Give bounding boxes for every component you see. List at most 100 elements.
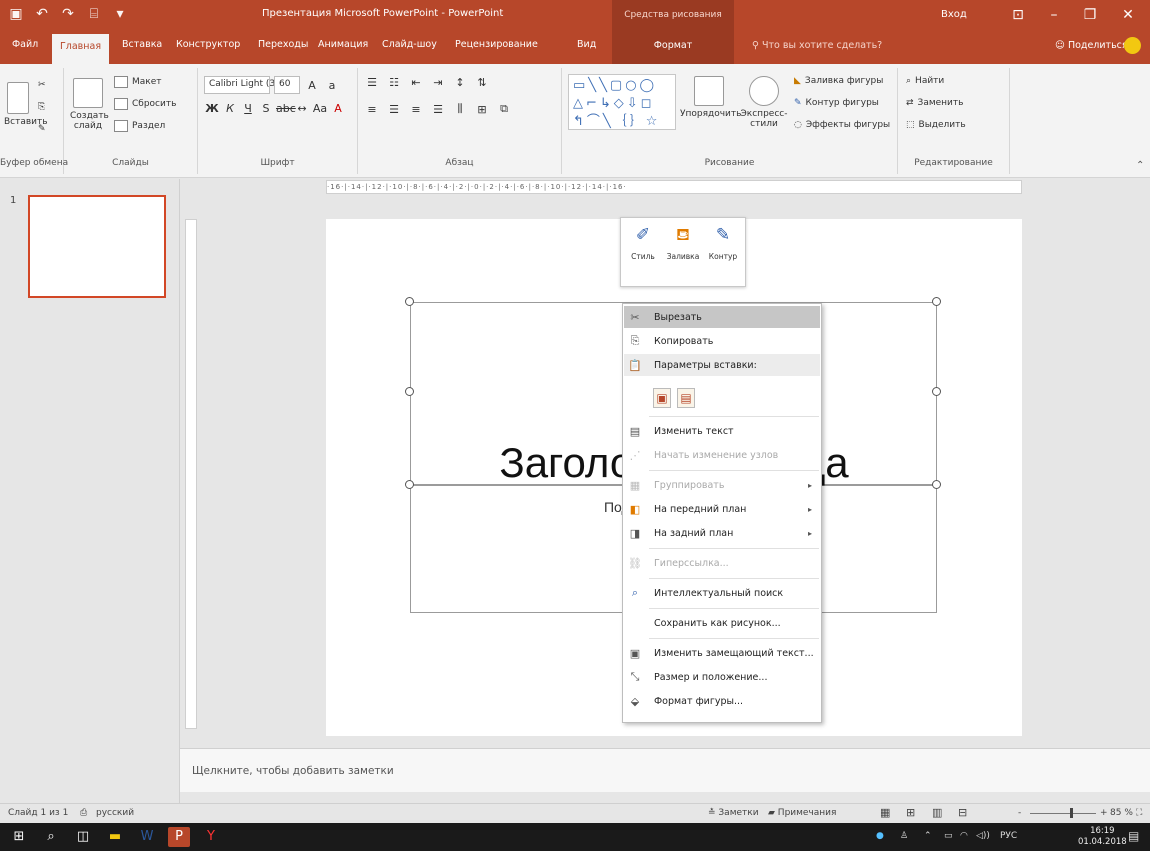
tab-view[interactable]: Вид	[577, 39, 596, 50]
mini-outline-button[interactable]: ✎ Контур	[705, 224, 741, 261]
tab-home[interactable]: Главная	[52, 34, 110, 64]
mini-fill-button[interactable]: ⛾ Заливка	[665, 224, 701, 261]
strikethrough-icon[interactable]: abc	[276, 102, 296, 115]
shape-fill-button[interactable]: ◣ Заливка фигуры	[794, 76, 883, 86]
numbering-icon[interactable]: ☷	[386, 76, 402, 89]
find-button[interactable]: ⌕ Найти	[906, 76, 944, 86]
maximize-icon[interactable]: ❐	[1074, 3, 1106, 27]
slide-thumbnail[interactable]	[28, 195, 166, 298]
justify-icon[interactable]: ☰	[430, 103, 446, 116]
wifi-icon[interactable]: ◠	[960, 831, 968, 841]
zoom-slider[interactable]	[1030, 813, 1096, 814]
decrease-indent-icon[interactable]: ⇤	[408, 76, 424, 89]
menu-item-cut[interactable]: ✂ Вырезать	[624, 306, 820, 328]
tray-chevron-icon[interactable]: ⌃	[924, 831, 932, 841]
close-icon[interactable]: ✕	[1112, 3, 1144, 27]
tab-file[interactable]: Файл	[12, 39, 38, 50]
search-icon[interactable]: ⌕	[40, 827, 62, 847]
shapes-gallery[interactable]: ▭╲╲▢○◯ △⌐↳◇⇩◻ ↰⌒╲｛｝☆	[568, 74, 676, 130]
task-view-icon[interactable]: ◫	[72, 827, 94, 847]
tab-design[interactable]: Конструктор	[176, 39, 240, 50]
slideshow-view-icon[interactable]: ⊟	[958, 806, 967, 819]
network-icon[interactable]: ▭	[944, 831, 953, 841]
share-button[interactable]: ☺ Поделиться	[1055, 40, 1128, 51]
new-slide-button[interactable]: Создать слайд	[70, 78, 109, 131]
grow-font-icon[interactable]: A	[304, 79, 320, 92]
menu-item-size-position[interactable]: ⤡ Размер и положение...	[624, 666, 820, 688]
bold-icon[interactable]: Ж	[204, 102, 220, 115]
mini-style-button[interactable]: ✐ Стиль	[625, 224, 661, 261]
reading-view-icon[interactable]: ▥	[932, 806, 942, 819]
cut-icon[interactable]: ✂	[38, 80, 46, 90]
resize-handle[interactable]	[932, 297, 941, 306]
menu-item-edit-text[interactable]: ▤ Изменить текст	[624, 420, 820, 442]
italic-icon[interactable]: К	[222, 102, 238, 115]
align-text-icon[interactable]: ⊞	[474, 103, 490, 116]
menu-item-smart-lookup[interactable]: ⌕ Интеллектуальный поиск	[624, 582, 820, 604]
word-app-icon[interactable]: W	[136, 827, 158, 847]
increase-indent-icon[interactable]: ⇥	[430, 76, 446, 89]
zoom-level[interactable]: 85 %	[1110, 808, 1133, 818]
fit-to-window-icon[interactable]: ⛶	[1136, 808, 1142, 818]
notes-toggle[interactable]: ≛ Заметки	[708, 808, 759, 818]
sign-in-link[interactable]: Вход	[941, 9, 967, 20]
reset-button[interactable]: Сбросить	[114, 98, 176, 110]
volume-icon[interactable]: ◁))	[976, 831, 990, 841]
shape-effects-button[interactable]: ◌ Эффекты фигуры	[794, 120, 890, 130]
redo-icon[interactable]: ↷	[60, 6, 76, 22]
save-icon[interactable]: ▣	[8, 6, 24, 22]
copy-icon[interactable]: ⎘	[38, 102, 45, 112]
shape-outline-button[interactable]: ✎ Контур фигуры	[794, 98, 879, 108]
font-name-combo[interactable]: Calibri Light (З	[204, 76, 275, 94]
tab-slideshow[interactable]: Слайд-шоу	[382, 39, 437, 50]
text-direction-icon[interactable]: ⇅	[474, 76, 490, 89]
zoom-slider-thumb[interactable]	[1069, 808, 1073, 818]
tab-insert[interactable]: Вставка	[122, 39, 162, 50]
align-right-icon[interactable]: ≡	[408, 103, 424, 116]
align-center-icon[interactable]: ☰	[386, 103, 402, 116]
section-button[interactable]: Раздел	[114, 120, 165, 132]
tell-me-search[interactable]: ⚲ Что вы хотите сделать?	[752, 40, 882, 51]
tab-transitions[interactable]: Переходы	[258, 39, 308, 50]
replace-button[interactable]: ⇄ Заменить	[906, 98, 963, 108]
resize-handle[interactable]	[405, 297, 414, 306]
font-color-icon[interactable]: A	[330, 102, 346, 115]
notes-pane[interactable]: Щелкните, чтобы добавить заметки	[180, 748, 1150, 792]
slide-sorter-icon[interactable]: ⊞	[906, 806, 915, 819]
paste-button[interactable]: Вставить	[4, 82, 48, 127]
align-left-icon[interactable]: ≡	[364, 103, 380, 116]
line-spacing-icon[interactable]: ↕	[452, 76, 468, 89]
ribbon-display-options-icon[interactable]: ⊡	[1002, 3, 1034, 27]
powerpoint-app-icon[interactable]: P	[168, 827, 190, 847]
file-explorer-icon[interactable]: ▬	[104, 827, 126, 847]
undo-icon[interactable]: ↶	[34, 6, 50, 22]
menu-item-send-to-back[interactable]: ◨ На задний план ▸	[624, 522, 820, 544]
layout-button[interactable]: Макет	[114, 76, 162, 88]
shrink-font-icon[interactable]: a	[324, 79, 340, 92]
menu-item-save-as-picture[interactable]: Сохранить как рисунок...	[624, 612, 820, 634]
language-status[interactable]: русский	[96, 808, 134, 818]
paste-keep-format-icon[interactable]: ▣	[653, 388, 671, 408]
spellcheck-icon[interactable]: ⎙	[80, 808, 87, 818]
action-center-icon[interactable]: ▤	[1128, 829, 1139, 843]
menu-item-alt-text[interactable]: ▣ Изменить замещающий текст...	[624, 642, 820, 664]
help-tray-icon[interactable]: ●	[876, 831, 884, 841]
shadow-icon[interactable]: S	[258, 102, 274, 115]
paste-picture-icon[interactable]: ▤	[677, 388, 695, 408]
tab-animations[interactable]: Анимация	[318, 39, 368, 50]
resize-handle[interactable]	[405, 387, 414, 396]
zoom-in-button[interactable]: +	[1100, 808, 1108, 818]
collapse-ribbon-icon[interactable]: ⌃	[1136, 160, 1144, 171]
smartart-icon[interactable]: ⧉	[496, 102, 512, 116]
underline-icon[interactable]: Ч	[240, 102, 256, 115]
arrange-button[interactable]: Упорядочить	[680, 76, 741, 119]
bullets-icon[interactable]: ☰	[364, 76, 380, 89]
columns-icon[interactable]: ⫼	[452, 102, 468, 116]
select-button[interactable]: ⬚ Выделить	[906, 120, 966, 130]
input-language[interactable]: РУС	[1000, 831, 1017, 841]
windows-start-icon[interactable]: ⊞	[8, 827, 30, 847]
normal-view-icon[interactable]: ▦	[880, 806, 890, 819]
people-tray-icon[interactable]: ♙	[900, 831, 908, 841]
quick-styles-button[interactable]: Экспресс- стили	[740, 76, 788, 129]
zoom-out-button[interactable]: -	[1018, 808, 1021, 818]
